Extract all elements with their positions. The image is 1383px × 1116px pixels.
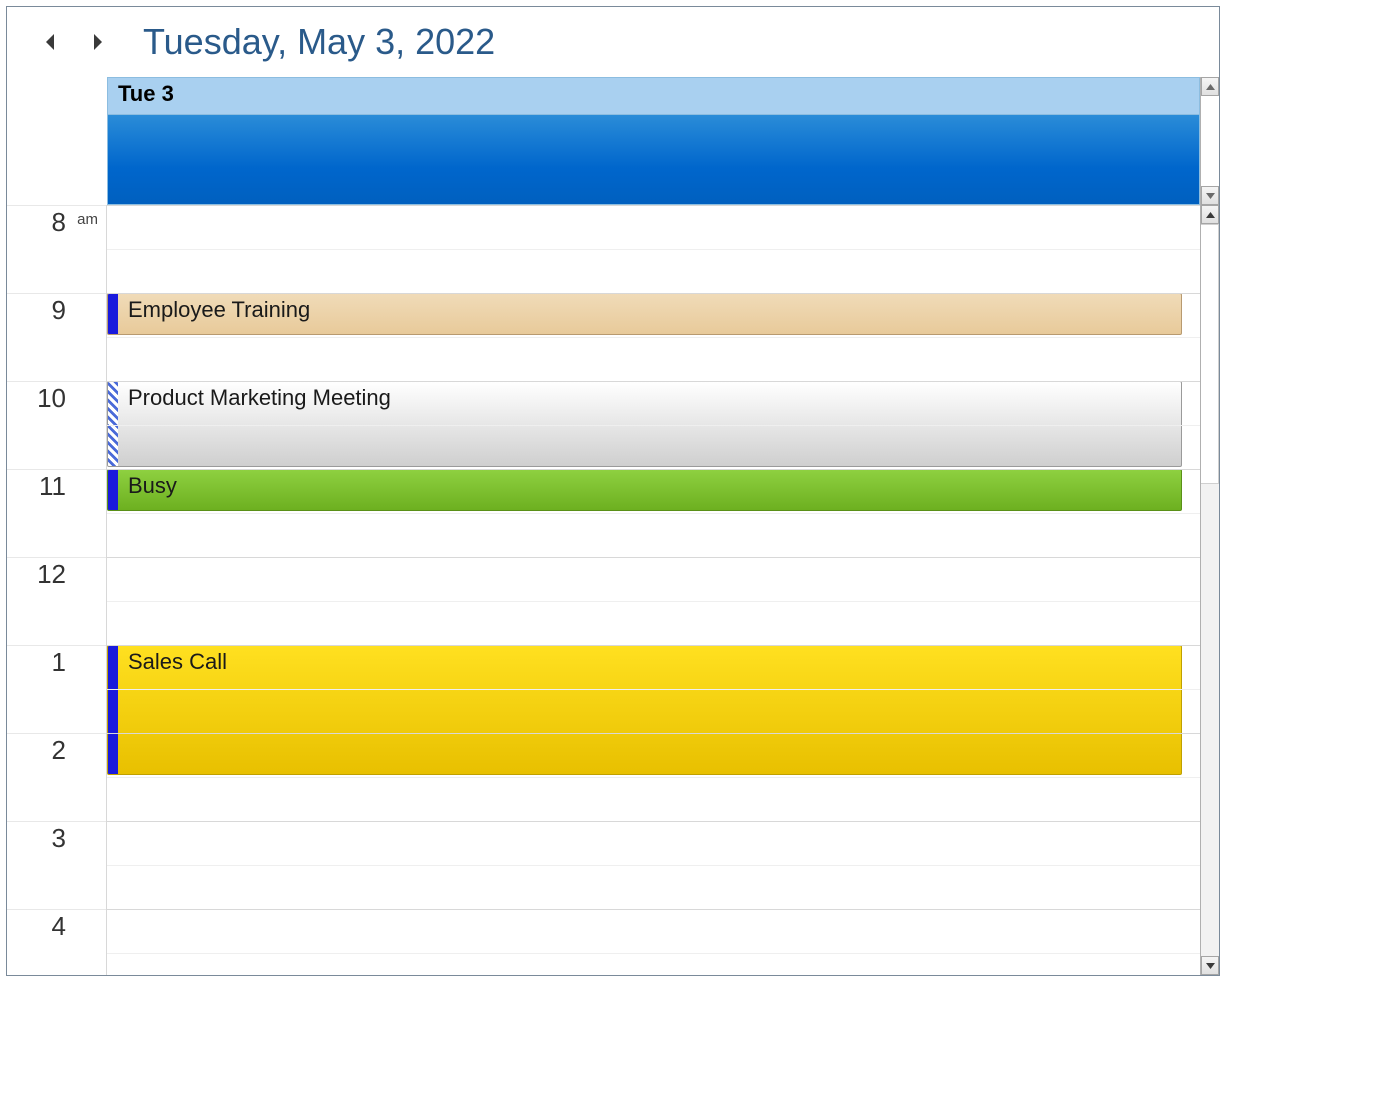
time-gutter-header — [7, 77, 107, 205]
ampm-label: am — [77, 211, 98, 228]
event-busy[interactable]: Busy — [107, 469, 1182, 511]
time-gutter: 8am91011121234 — [7, 205, 107, 975]
next-day-button[interactable] — [83, 27, 113, 57]
event-title: Employee Training — [118, 294, 1181, 334]
grid-scroll-track[interactable] — [1201, 484, 1219, 956]
allday-event[interactable] — [108, 115, 1199, 204]
event-title: Sales Call — [118, 646, 1181, 774]
status-strip-busy — [108, 470, 118, 510]
grid-scroll-track-top[interactable] — [1201, 224, 1219, 484]
grid-scrollbar[interactable] — [1200, 205, 1219, 975]
status-strip-busy — [108, 294, 118, 334]
status-strip-busy — [108, 646, 118, 774]
hour-label: 8am — [7, 207, 106, 238]
hour-label: 3 — [7, 823, 106, 854]
hour-label: 9 — [7, 295, 106, 326]
prev-day-button[interactable] — [35, 27, 65, 57]
hour-label: 2 — [7, 735, 106, 766]
allday-scrollbar — [1200, 77, 1219, 205]
allday-scroll-down-button[interactable] — [1201, 186, 1219, 205]
event-column[interactable]: Employee Training Product Marketing Meet… — [107, 205, 1200, 975]
grid-scroll-down-button[interactable] — [1201, 956, 1219, 975]
calendar-header: Tuesday, May 3, 2022 — [7, 7, 1219, 77]
day-header-area: Tue 3 — [7, 77, 1219, 205]
hour-label: 11 — [7, 471, 106, 502]
event-title: Product Marketing Meeting — [118, 382, 1181, 466]
allday-row[interactable] — [107, 115, 1200, 205]
event-product-marketing-meeting[interactable]: Product Marketing Meeting — [107, 381, 1182, 467]
day-column-header: Tue 3 — [107, 77, 1200, 205]
calendar-day-view: Tuesday, May 3, 2022 Tue 3 8am9101112123… — [6, 6, 1220, 976]
hour-label: 12 — [7, 559, 106, 590]
event-employee-training[interactable]: Employee Training — [107, 293, 1182, 335]
event-sales-call[interactable]: Sales Call — [107, 645, 1182, 775]
calendar-grid: 8am91011121234 Employee Training Product… — [7, 205, 1219, 975]
hour-label: 4 — [7, 911, 106, 942]
hour-label: 1 — [7, 647, 106, 678]
day-label[interactable]: Tue 3 — [107, 77, 1200, 115]
grid-scroll-up-button[interactable] — [1201, 205, 1219, 224]
hour-label: 10 — [7, 383, 106, 414]
status-strip-tentative — [108, 382, 118, 466]
allday-scroll-track — [1201, 96, 1219, 186]
event-title: Busy — [118, 470, 1181, 510]
date-title: Tuesday, May 3, 2022 — [143, 21, 495, 63]
allday-scroll-up-button[interactable] — [1201, 77, 1219, 96]
